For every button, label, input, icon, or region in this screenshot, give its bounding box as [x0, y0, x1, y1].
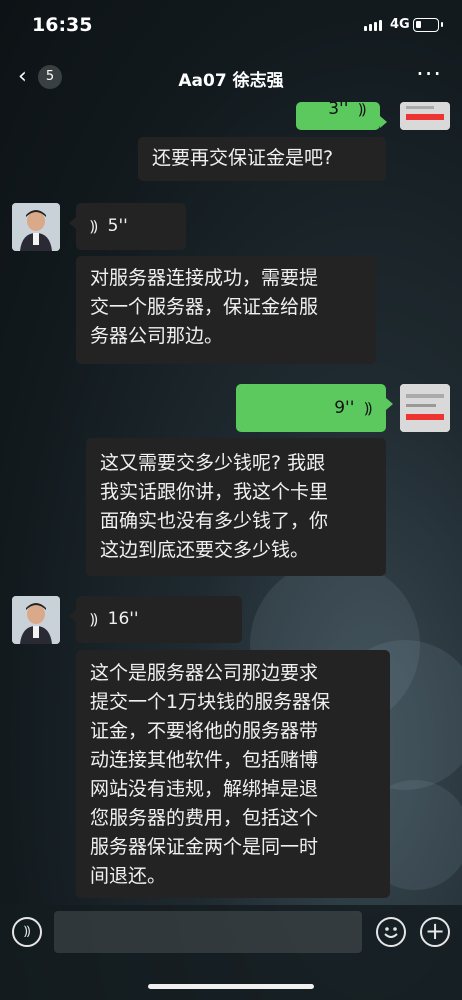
chat-header: ‹ 5 Aa07 徐志强 ··· — [0, 52, 462, 102]
voice-duration: 5'' — [107, 216, 128, 236]
message-bubble[interactable]: 还要再交保证金是吧? — [138, 137, 386, 181]
message-line: 证金，不要将他的服务器带 — [90, 720, 319, 742]
message-bubble[interactable]: 这个是服务器公司那边要求 提交一个1万块钱的服务器保 证金，不要将他的服务器带 … — [76, 650, 390, 898]
self-avatar[interactable] — [400, 102, 450, 130]
plus-icon[interactable]: + — [420, 917, 450, 947]
self-avatar[interactable] — [400, 384, 450, 432]
signal-icon — [364, 20, 382, 31]
network-type: 4G — [390, 17, 410, 32]
chat-title: Aa07 徐志强 — [178, 71, 284, 91]
self-avatar-image — [400, 102, 450, 130]
contact-avatar-image — [12, 596, 60, 644]
contact-avatar-image — [12, 203, 60, 251]
message-line: 动连接其他软件，包括赌博 — [90, 749, 319, 771]
message-bubble[interactable]: 这又需要交多少钱呢? 我跟 我实话跟你讲，我这个卡里 面确实也没有多少钱了，你 … — [86, 438, 386, 576]
message-line: 面确实也没有多少钱了，你 — [100, 510, 329, 532]
status-time: 16:35 — [32, 14, 93, 36]
contact-avatar[interactable] — [12, 596, 60, 644]
message-line: 间退还。 — [90, 865, 167, 887]
message-line: 对服务器连接成功，需要提 — [90, 267, 319, 289]
voice-wave-icon: ⸩ — [90, 217, 98, 235]
sent-voice-message[interactable]: 3'' ⸩ — [296, 99, 387, 130]
message-line: 这个是服务器公司那边要求 — [90, 662, 319, 684]
sent-voice-message[interactable]: 9'' ⸩ — [236, 384, 393, 432]
message-line: 这又需要交多少钱呢? 我跟 — [100, 452, 326, 474]
message-line: 提交一个1万块钱的服务器保 — [90, 691, 331, 713]
message-line: 服务器保证金两个是同一时 — [90, 836, 319, 858]
message-line: 我实话跟你讲，我这个卡里 — [100, 481, 329, 503]
message-text: 还要再交保证金是吧? — [152, 147, 334, 169]
voice-duration: 9'' — [334, 398, 355, 418]
emoji-icon[interactable] — [376, 917, 406, 947]
emoji-face-glyph — [384, 927, 398, 938]
received-voice-message[interactable]: ⸩ 5'' — [69, 203, 186, 250]
self-avatar-image — [400, 384, 450, 432]
battery-level — [416, 21, 421, 28]
message-bubble[interactable]: 对服务器连接成功，需要提 交一个服务器，保证金给服 务器公司那边。 — [76, 256, 376, 364]
message-line: 网站没有违规，解绑掉是退 — [90, 778, 319, 800]
message-line: 务器公司那边。 — [90, 325, 224, 347]
more-dots-icon[interactable]: ··· — [416, 60, 442, 88]
message-line: 您服务器的费用，包括这个 — [90, 807, 319, 829]
message-line: 这边到底还要交多少钱。 — [100, 539, 310, 561]
voice-wave-icon: ⸩ — [364, 399, 372, 417]
battery-icon — [413, 18, 443, 32]
voice-input-button[interactable]: ⸩ — [12, 917, 42, 947]
received-voice-message[interactable]: ⸩ 16'' — [69, 596, 242, 643]
voice-wave-icon: ⸩ — [358, 100, 366, 118]
message-line: 交一个服务器，保证金给服 — [90, 296, 319, 318]
contact-avatar[interactable] — [12, 203, 60, 251]
voice-duration: 16'' — [107, 609, 139, 629]
voice-wave-icon: ⸩ — [90, 610, 98, 628]
home-indicator[interactable] — [148, 984, 314, 989]
voice-duration: 3'' — [328, 99, 349, 119]
status-bar: 16:35 4G — [0, 0, 462, 52]
message-input[interactable] — [54, 911, 362, 953]
